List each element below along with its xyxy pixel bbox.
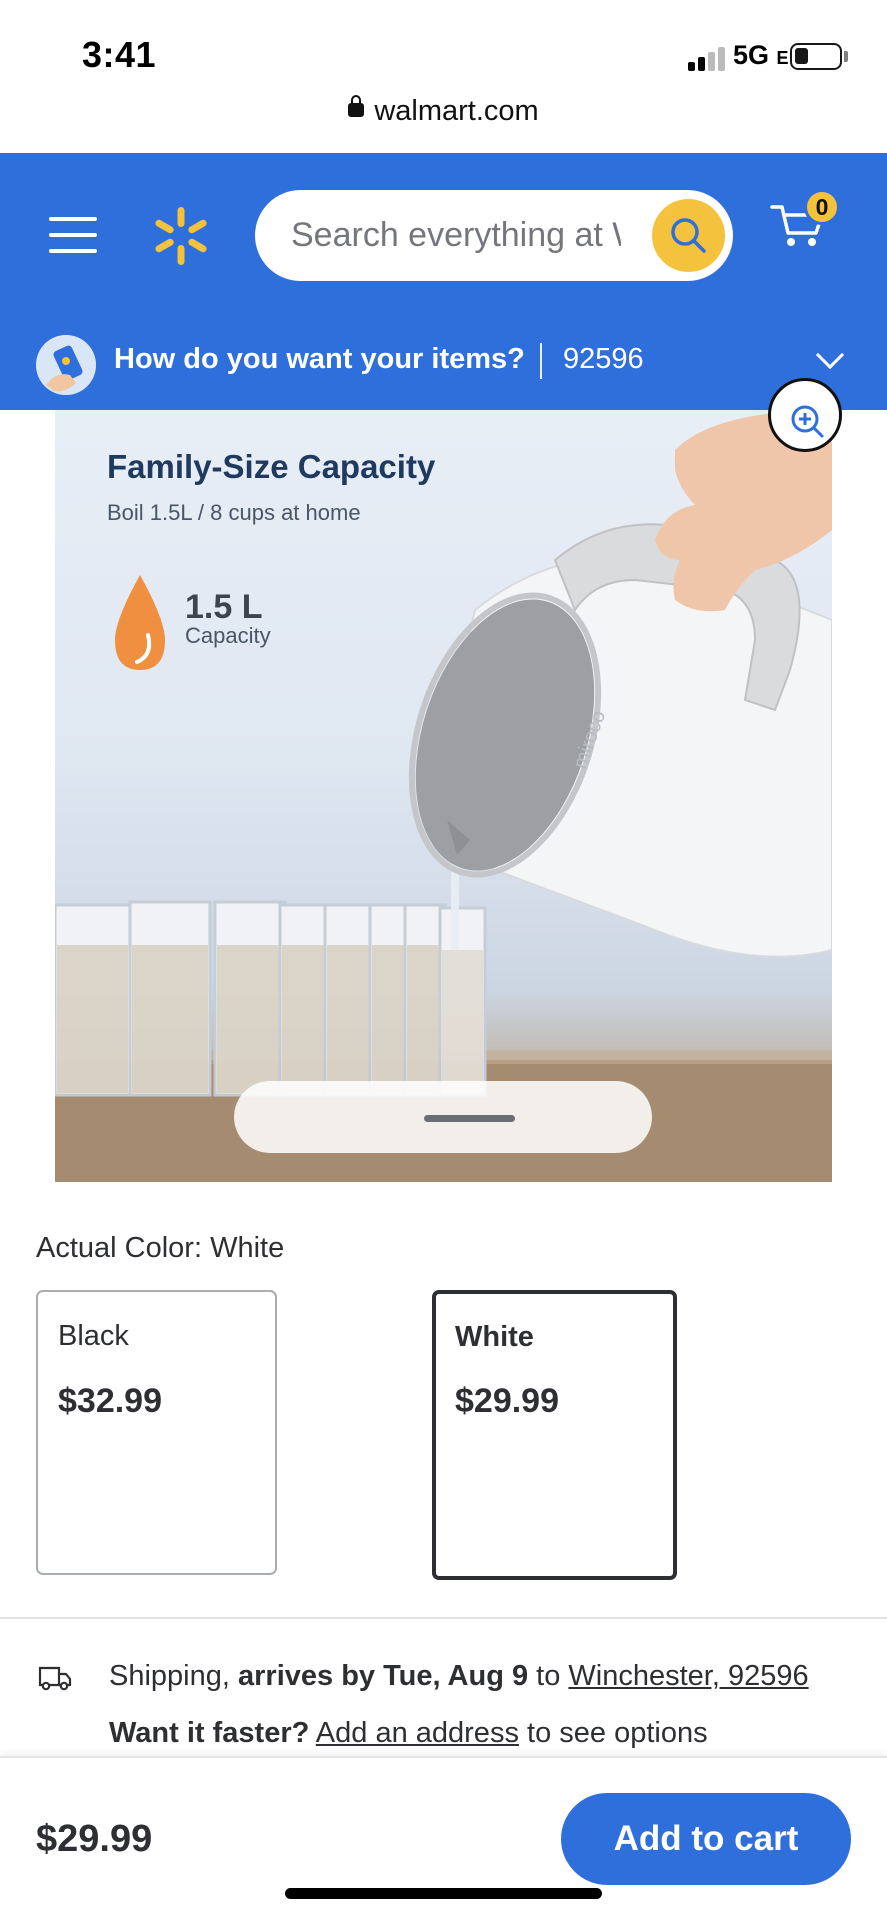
shipping-location-link[interactable]: Winchester, 92596 — [568, 1660, 808, 1692]
carousel-active-dot — [424, 1115, 515, 1122]
status-bar: 3:41 5G E — [0, 0, 887, 105]
variant-price: $32.99 — [58, 1382, 162, 1420]
shipping-info: Shipping, arrives by Tue, Aug 9 to Winch… — [109, 1660, 809, 1693]
cart-count-badge: 0 — [804, 189, 840, 225]
zoom-button[interactable] — [768, 378, 842, 452]
variant-black[interactable]: Black $32.99 — [36, 1290, 277, 1575]
cart-total: $0.00 — [772, 98, 826, 121]
status-time: 3:41 — [82, 34, 157, 75]
faster-shipping-info: Want it faster? Add an address to see op… — [109, 1717, 708, 1750]
product-price: $29.99 — [36, 1818, 153, 1860]
add-address-link[interactable]: Add an address — [316, 1717, 519, 1749]
walmart-spark-logo[interactable] — [150, 205, 212, 267]
actual-color-label: Actual Color: White — [36, 1232, 285, 1264]
hero-subtitle: Boil 1.5L / 8 cups at home — [107, 500, 361, 525]
variant-price: $29.99 — [455, 1382, 559, 1420]
search-button[interactable] — [652, 199, 725, 272]
site-header: 0 — [0, 153, 887, 310]
variant-white[interactable]: White $29.99 — [432, 1290, 677, 1580]
intent-question: How do you want your items? — [114, 343, 525, 375]
faster-suffix: to see options — [518, 1717, 708, 1749]
variant-name: Black — [58, 1320, 129, 1352]
shipping-arrival: arrives by Tue, Aug 9 — [238, 1660, 529, 1692]
url-text: walmart.com — [374, 95, 539, 127]
battery-icon — [790, 43, 842, 70]
shipping-prefix: Shipping, — [109, 1660, 238, 1692]
capacity-label: Capacity — [185, 623, 271, 648]
add-to-cart-button[interactable]: Add to cart — [561, 1793, 851, 1885]
intent-zip-code: 92596 — [563, 343, 644, 375]
battery-tip — [844, 51, 848, 62]
search-input[interactable] — [291, 190, 621, 281]
faster-question: Want it faster? — [109, 1717, 310, 1749]
product-image-carousel[interactable]: miroco Family-Size Capacity Boil 1.5L / … — [55, 410, 832, 1182]
signal-strength-icon — [688, 47, 728, 71]
capacity-value: 1.5 L — [185, 588, 263, 626]
hero-title: Family-Size Capacity — [107, 448, 436, 485]
shipping-to: to — [528, 1660, 569, 1692]
network-suffix: E — [776, 48, 789, 68]
browser-url-bar[interactable]: walmart.com — [0, 95, 887, 153]
intent-avatar-icon — [36, 335, 96, 395]
network-label: 5G — [733, 40, 770, 70]
lock-icon — [348, 95, 365, 118]
search-icon — [671, 218, 706, 253]
variant-name: White — [455, 1321, 534, 1353]
hamburger-menu-icon[interactable] — [49, 215, 97, 255]
search-bar — [255, 190, 733, 281]
cart-button[interactable]: 0 — [768, 189, 840, 273]
fulfillment-intent-bar[interactable]: How do you want your items? 92596 — [0, 310, 887, 410]
section-divider — [0, 1617, 887, 1619]
truck-icon — [38, 1666, 72, 1691]
home-indicator[interactable] — [285, 1888, 602, 1899]
intent-divider — [540, 343, 542, 379]
network-type: 5G E — [733, 40, 789, 71]
